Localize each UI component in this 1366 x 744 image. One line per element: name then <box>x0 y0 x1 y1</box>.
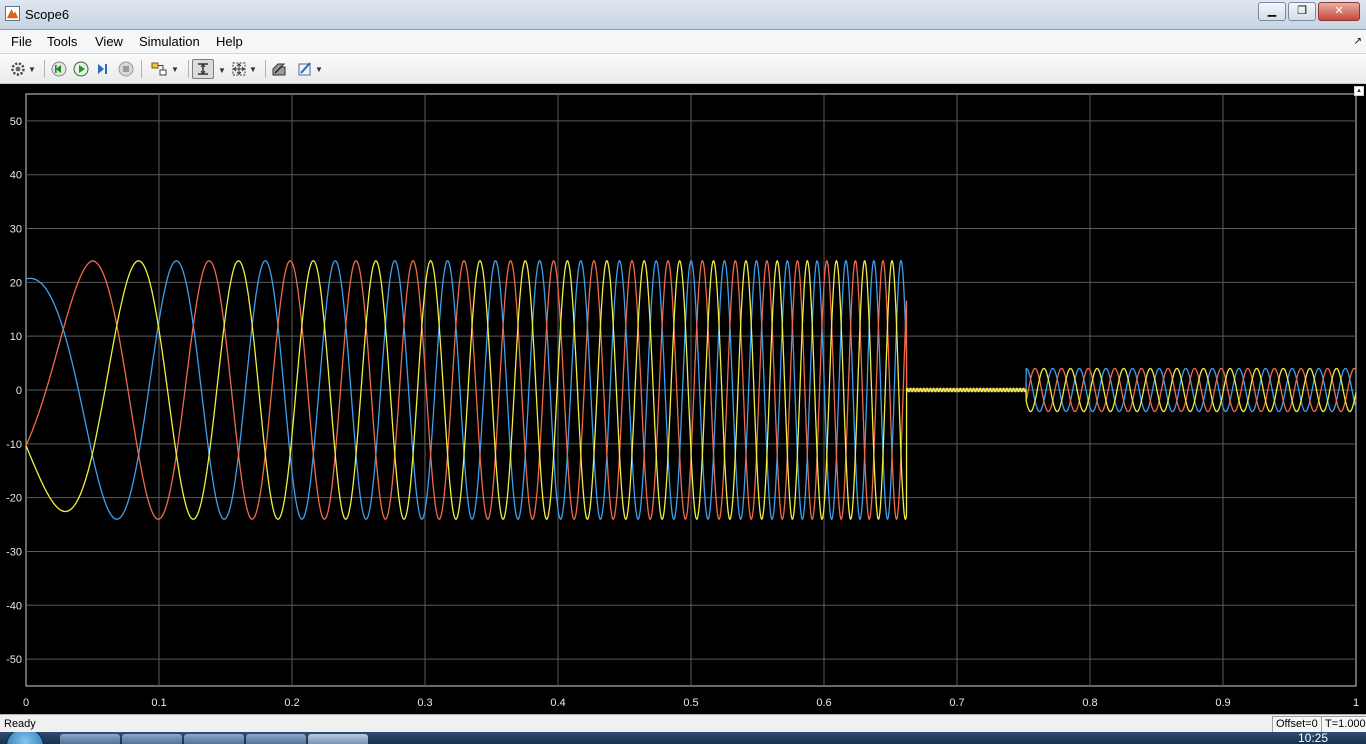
x-tick-label: 0.5 <box>683 697 698 709</box>
y-tick-label: -10 <box>6 439 22 451</box>
menu-simulation[interactable]: Simulation <box>139 34 200 49</box>
scope-display[interactable]: 0 0.1 0.2 0.3 0.4 0.5 0.6 0.7 0.8 0.9 1 50 40 30 20 10… <box>0 84 1366 714</box>
start-button[interactable] <box>6 732 44 744</box>
menu-help[interactable]: Help <box>216 34 243 49</box>
restore-layout-button[interactable] <box>269 59 289 79</box>
stop-button[interactable] <box>116 59 136 79</box>
y-tick-labels: 50 40 30 20 10 0 -10 -20 -30 -40 -50 <box>6 116 22 666</box>
y-tick-label: 0 <box>16 385 22 397</box>
parameters-button[interactable]: ▼ <box>6 59 40 79</box>
zoom-icon <box>198 63 208 75</box>
step-back-button[interactable] <box>49 59 69 79</box>
matlab-icon <box>5 6 20 21</box>
zoom-menu-arrow[interactable]: ▼ <box>218 66 226 75</box>
autoscale-button[interactable]: ▼ <box>226 59 262 79</box>
stop-icon <box>118 61 134 77</box>
step-forward-button[interactable] <box>93 59 113 79</box>
x-tick-label: 0.4 <box>550 697 565 709</box>
x-tick-label: 0.3 <box>417 697 432 709</box>
x-tick-label: 0.2 <box>284 697 299 709</box>
run-button[interactable] <box>71 59 91 79</box>
taskbar-window[interactable] <box>184 734 244 744</box>
close-icon: ✕ <box>1334 5 1344 17</box>
highlight-block-button[interactable]: ▼ <box>147 59 183 79</box>
y-tick-label: -30 <box>6 546 22 558</box>
window-title: Scope6 <box>25 7 70 22</box>
title-bar: Scope6 ▁ ❐ ✕ <box>0 0 1366 30</box>
step-back-icon <box>51 61 67 77</box>
x-tick-label: 0.8 <box>1082 697 1097 709</box>
x-tick-label: 0 <box>23 697 29 709</box>
zoom-button[interactable] <box>192 59 214 79</box>
step-forward-icon <box>98 64 107 74</box>
toolbar: ▼ ▼ ▼ ▼ ▼ <box>0 54 1366 84</box>
autoscale-icon <box>232 62 246 76</box>
x-tick-label: 0.9 <box>1215 697 1230 709</box>
y-tick-label: -50 <box>6 654 22 666</box>
y-tick-label: 50 <box>10 116 22 128</box>
y-tick-label: -40 <box>6 600 22 612</box>
menu-file[interactable]: File <box>11 34 32 49</box>
style-icon <box>298 62 311 76</box>
x-tick-label: 0.6 <box>816 697 831 709</box>
x-tick-label: 0.7 <box>949 697 964 709</box>
restore-layout-icon <box>272 63 286 76</box>
status-bar: Ready Offset=0 T=1.000 <box>0 714 1366 733</box>
x-tick-label: 0.1 <box>151 697 166 709</box>
undock-icon[interactable]: ↗ <box>1354 36 1362 47</box>
taskbar-clock: 10:25 <box>1297 732 1328 744</box>
taskbar-file-explorer[interactable] <box>60 734 120 744</box>
x-tick-label: 1 <box>1353 697 1359 709</box>
menu-bar: File Tools View Simulation Help ↗ <box>0 30 1366 54</box>
highlight-block-icon <box>151 62 167 76</box>
y-tick-label: 10 <box>10 331 22 343</box>
y-tick-label: 40 <box>10 170 22 182</box>
status-text: Ready <box>4 718 36 730</box>
taskbar: 10:25 <box>0 732 1366 744</box>
axes-menu-icon[interactable]: ▴ <box>1354 86 1364 96</box>
menu-view[interactable]: View <box>95 34 123 49</box>
y-tick-label: -20 <box>6 493 22 505</box>
taskbar-app[interactable] <box>246 734 306 744</box>
taskbar-matlab[interactable] <box>308 734 368 744</box>
restore-icon: ❐ <box>1297 5 1307 17</box>
minimize-button[interactable]: ▁ <box>1258 2 1286 21</box>
y-tick-label: 30 <box>10 224 22 236</box>
x-tick-labels: 0 0.1 0.2 0.3 0.4 0.5 0.6 0.7 0.8 0.9 1 <box>23 697 1359 709</box>
gear-icon <box>11 62 25 76</box>
maximize-button[interactable]: ❐ <box>1288 2 1316 21</box>
menu-tools[interactable]: Tools <box>47 34 77 49</box>
minimize-icon: ▁ <box>1267 5 1277 17</box>
close-button[interactable]: ✕ <box>1318 2 1360 21</box>
run-icon <box>73 61 89 77</box>
time-readout: T=1.000 <box>1321 716 1366 733</box>
taskbar-browser[interactable] <box>122 734 182 744</box>
scope-plot[interactable]: 0 0.1 0.2 0.3 0.4 0.5 0.6 0.7 0.8 0.9 1 50 40 30 20 10… <box>0 84 1366 714</box>
offset-readout: Offset=0 <box>1272 716 1322 733</box>
y-tick-label: 20 <box>10 277 22 289</box>
style-button[interactable]: ▼ <box>293 59 327 79</box>
